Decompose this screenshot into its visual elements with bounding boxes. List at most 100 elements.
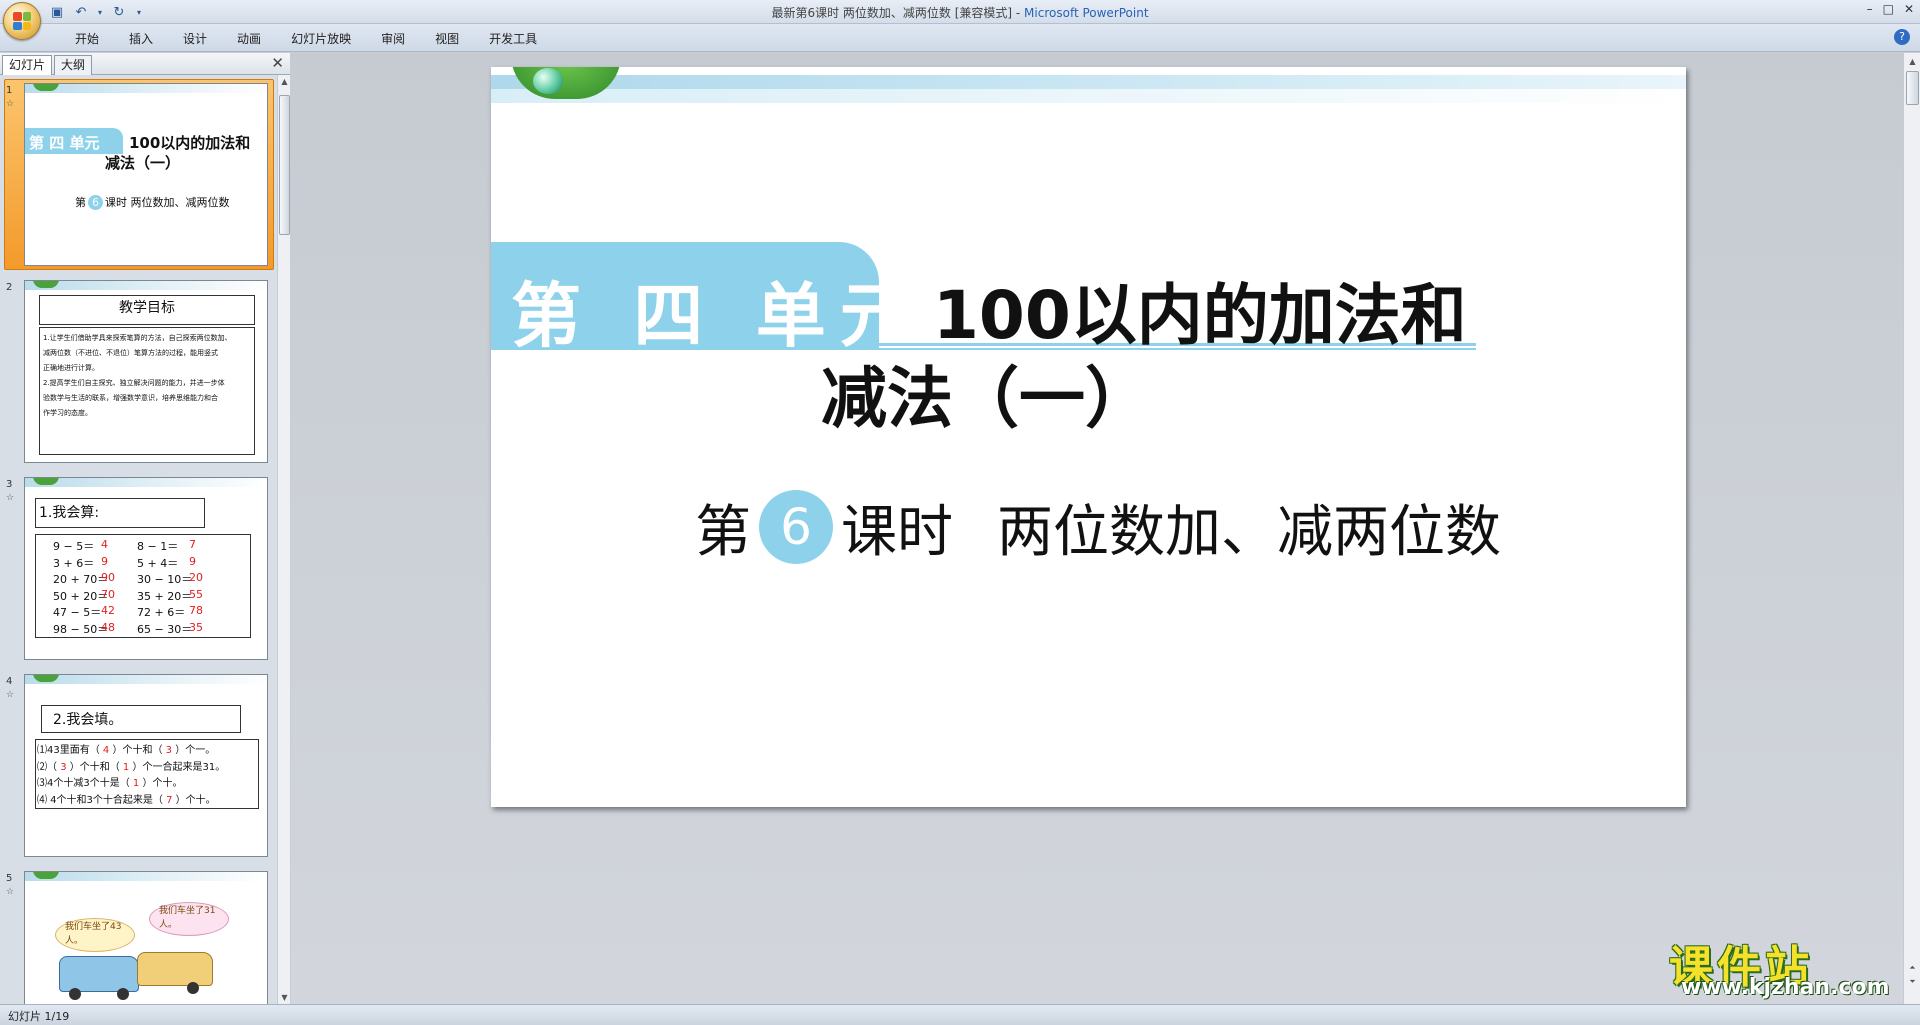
office-logo-icon — [13, 12, 31, 30]
math-answer: 90 — [101, 571, 115, 584]
window-controls: – □ ✕ — [1867, 2, 1914, 16]
thumb-title-line2: 减法（一） — [105, 154, 181, 172]
thumbnail-scrollbar[interactable]: ▲ ▼ — [277, 75, 290, 1004]
thumb-header-band — [25, 675, 267, 684]
math-answer: 48 — [101, 620, 115, 634]
ribbon: 开始 插入 设计 动画 幻灯片放映 审阅 视图 开发工具 ? — [0, 24, 1920, 52]
thumb-canvas: 我们车坐了43人。 我们车坐了31人。 — [24, 871, 268, 1004]
math-problem: 8 − 1＝ — [137, 540, 179, 553]
title-bar: ▣ ↶ ▾ ↻ ▾ 最新第6课时 两位数加、减两位数 [兼容模式] - Micr… — [0, 0, 1920, 40]
math-problem: 3 + 6＝ — [53, 556, 95, 570]
transition-star-icon: ☆ — [6, 887, 15, 897]
thumb-heading: 2.我会填。 — [53, 712, 123, 728]
math-problem: 20 + 70＝ — [53, 573, 109, 586]
slide-thumbnail-3[interactable]: 3 ☆ 1.我会算: 9 − 5＝ 4 8 − 1＝ 7 3 + 6＝ 9 5 + 4＝… — [0, 477, 275, 669]
document-title: 最新第6课时 两位数加、减两位数 [兼容模式] - — [771, 6, 1025, 20]
next-slide-icon[interactable]: ⏷ — [1904, 975, 1920, 988]
math-problem: 98 − 50＝ — [53, 622, 109, 636]
help-icon[interactable]: ? — [1894, 29, 1910, 45]
ribbon-tabs: 开始 插入 设计 动画 幻灯片放映 审阅 视图 开发工具 — [60, 30, 552, 48]
slide-header-decoration — [491, 67, 1686, 113]
slide-number: 4 — [6, 676, 13, 687]
tab-slideshow[interactable]: 幻灯片放映 — [276, 30, 366, 48]
window-title: 最新第6课时 两位数加、减两位数 [兼容模式] - Microsoft Powe… — [0, 4, 1920, 21]
tab-design[interactable]: 设计 — [168, 30, 222, 48]
thumb-body-text: 1.让学生们借助学具来探索笔算的方法，自己探索两位数加、 减两位数（不进位、不退… — [43, 334, 232, 417]
lesson-number-badge: 6 — [759, 490, 833, 564]
prev-slide-icon[interactable]: ⏶ — [1904, 961, 1920, 974]
lesson-subtitle[interactable]: 第 6 课时 两位数加、减两位数 — [695, 490, 1501, 565]
math-answer: 42 — [101, 604, 115, 617]
scroll-thumb[interactable] — [279, 95, 290, 235]
math-answer: 7 — [189, 538, 196, 551]
minimize-button[interactable]: – — [1867, 2, 1873, 16]
thumbnail-list: 1 ☆ 第 四 单元 100以内的加法和 减法（一） 第 6 课时 两位数加、减两位… — [0, 75, 275, 1004]
math-answer: 4 — [101, 538, 108, 551]
tab-home[interactable]: 开始 — [60, 30, 114, 48]
thumb-header-band — [25, 84, 267, 93]
close-button[interactable]: ✕ — [1904, 2, 1914, 16]
slide-title-line1[interactable]: 100以内的加法和 — [933, 262, 1467, 358]
thumb-header-band — [25, 281, 267, 290]
math-answer: 55 — [189, 587, 203, 601]
slide-thumbnail-1[interactable]: 1 ☆ 第 四 单元 100以内的加法和 减法（一） 第 6 课时 两位数加、减两位… — [0, 79, 275, 275]
app-name: Microsoft PowerPoint — [1024, 6, 1149, 20]
thumb-unit-text: 第 四 单元 — [29, 134, 100, 152]
slide-thumbnail-4[interactable]: 4 ☆ 2.我会填。 ⑴43里面有（ 4 ）个十和（ 3 ）个一。 ⑵（ 3 ）个… — [0, 674, 275, 866]
thumb-heading: 教学目标 — [119, 300, 175, 316]
unit-label[interactable]: 第 四 单元 — [491, 242, 910, 357]
slide-thumbnail-2[interactable]: 2 教学目标 1.让学生们借助学具来探索笔算的方法，自己探索两位数加、 减两位数… — [0, 280, 275, 472]
math-problem: 65 − 30＝ — [137, 622, 193, 636]
header-band-light — [491, 89, 1686, 103]
water-drop-icon — [533, 68, 563, 94]
wheel-icon — [69, 988, 81, 1000]
transition-star-icon: ☆ — [6, 690, 15, 700]
math-answer: 35 — [189, 620, 203, 634]
math-problem: 50 + 20＝ — [53, 589, 109, 603]
slide-editing-area: 第 四 单元 100以内的加法和 减法（一） 第 6 课时 两位数加、减两位数 — [291, 53, 1903, 1004]
site-watermark: 课件站 www.kjzhan.com — [1669, 931, 1901, 1003]
tab-outline[interactable]: 大纲 — [54, 55, 93, 75]
office-button[interactable] — [3, 2, 41, 40]
scroll-down-icon[interactable]: ▼ — [278, 991, 291, 1004]
tab-view[interactable]: 视图 — [420, 30, 474, 48]
thumb-heading: 1.我会算: — [39, 505, 100, 521]
slide-title-line2[interactable]: 减法（一） — [821, 345, 1151, 441]
fill-line: ⑵（ 3 ）个十和（ 1 ）个一合起来是31。 — [37, 761, 226, 773]
math-answer: 20 — [189, 571, 203, 584]
tab-slides[interactable]: 幻灯片 — [2, 55, 53, 75]
thumb-header-band — [25, 872, 267, 881]
slide-thumbnail-5[interactable]: 5 ☆ 我们车坐了43人。 我们车坐了31人。 — [0, 871, 275, 1004]
slide-scrollbar[interactable]: ▲ ⏶ ⏷ — [1903, 53, 1920, 1004]
math-answer: 78 — [189, 604, 203, 617]
math-problem: 5 + 4＝ — [137, 556, 179, 570]
slides-pane: 幻灯片 大纲 ✕ 1 ☆ 第 四 单元 100以内的加法和 减法（一） 第 6 课时… — [0, 53, 290, 1004]
lesson-suffix: 课时 — [841, 499, 953, 565]
thumb-canvas: 教学目标 1.让学生们借助学具来探索笔算的方法，自己探索两位数加、 减两位数（不… — [24, 280, 268, 463]
thumb-canvas: 第 四 单元 100以内的加法和 减法（一） 第 6 课时 两位数加、减两位数 — [24, 83, 268, 266]
tab-developer[interactable]: 开发工具 — [474, 30, 552, 48]
fill-line: ⑷ 4个十和3个十合起来是（ 7 ）个十。 — [37, 794, 216, 806]
thumb-title-line1: 100以内的加法和 — [129, 134, 251, 152]
fill-line: ⑶4个十减3个十是（ 1 ）个十。 — [37, 778, 183, 789]
tab-insert[interactable]: 插入 — [114, 30, 168, 48]
maximize-button[interactable]: □ — [1883, 2, 1894, 16]
tab-animations[interactable]: 动画 — [222, 30, 276, 48]
math-problem: 9 − 5＝ — [53, 540, 95, 553]
scroll-up-icon[interactable]: ▲ — [278, 75, 291, 88]
lesson-topic: 两位数加、减两位数 — [997, 499, 1501, 565]
slide-number: 3 — [6, 479, 13, 490]
lesson-prefix: 第 — [695, 499, 751, 565]
close-pane-icon[interactable]: ✕ — [271, 54, 284, 72]
bubble-1-text: 我们车坐了43人。 — [65, 922, 122, 946]
slide-number: 2 — [6, 282, 13, 293]
bubble-2-text: 我们车坐了31人。 — [159, 906, 216, 930]
math-problem: 72 + 6＝ — [137, 606, 186, 619]
math-problem: 35 + 20＝ — [137, 589, 193, 603]
math-answer: 9 — [101, 554, 108, 568]
scroll-up-icon[interactable]: ▲ — [1904, 55, 1920, 68]
slide-canvas[interactable]: 第 四 单元 100以内的加法和 减法（一） 第 6 课时 两位数加、减两位数 — [491, 67, 1686, 807]
math-problem: 30 − 10＝ — [137, 573, 193, 586]
tab-review[interactable]: 审阅 — [366, 30, 420, 48]
scroll-thumb[interactable] — [1906, 71, 1919, 105]
